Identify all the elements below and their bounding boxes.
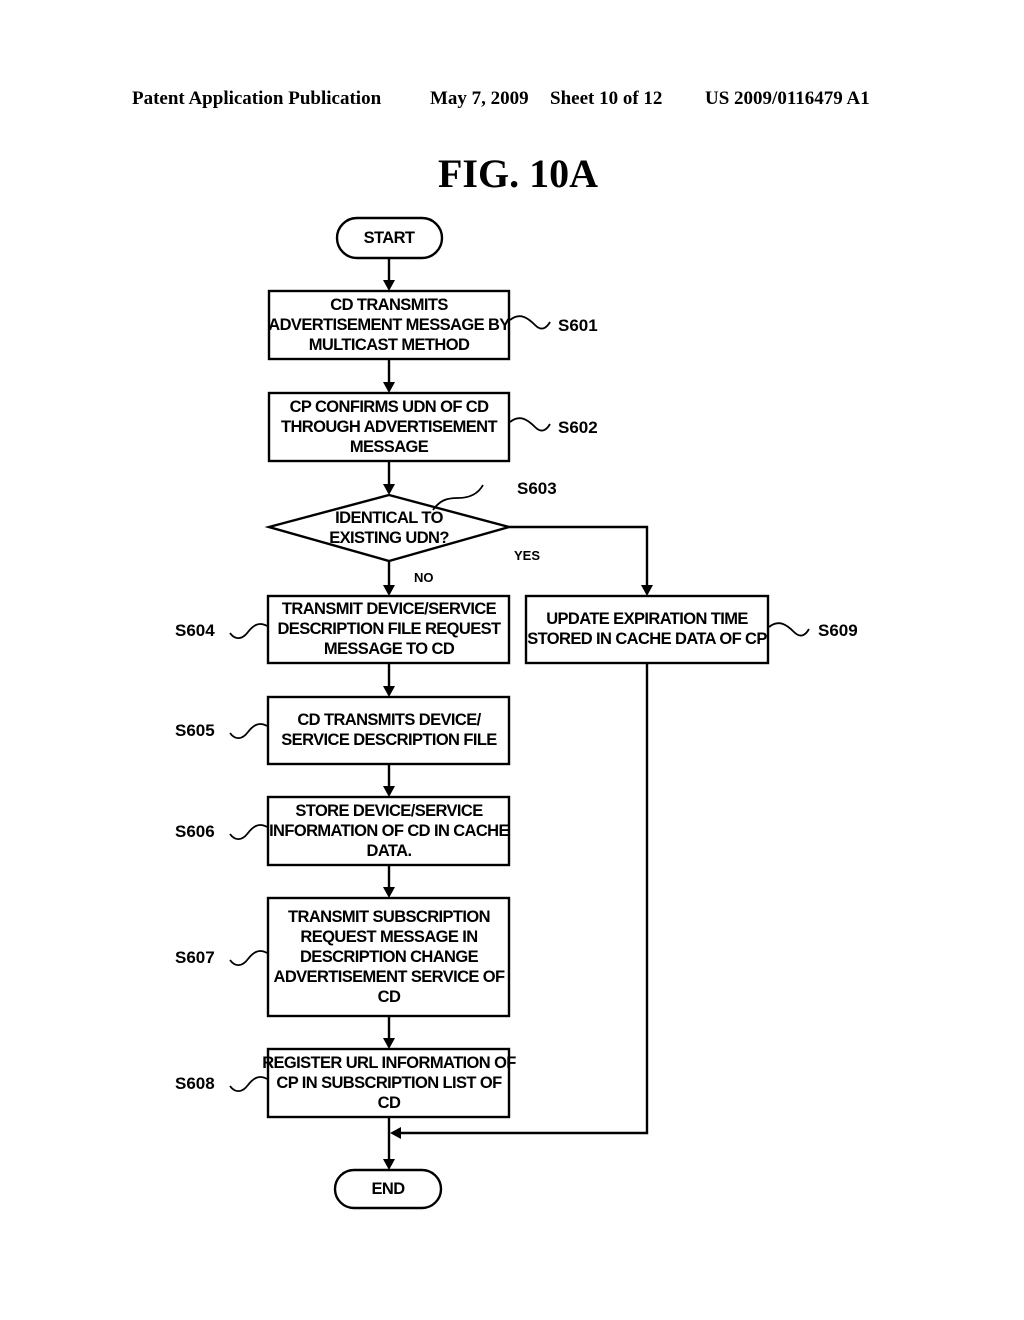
branch-no-label: NO: [414, 570, 434, 585]
end-label: END: [371, 1180, 405, 1198]
arrow-head: [383, 887, 395, 898]
step-text-line: MESSAGE: [350, 438, 429, 456]
decision-text-line: IDENTICAL TO: [335, 509, 443, 527]
start-label: START: [364, 229, 415, 247]
step-ref-label: S603: [517, 479, 557, 498]
step-ref-label: S602: [558, 418, 598, 437]
arrow-head: [641, 585, 653, 596]
step-ref-label: S606: [175, 822, 215, 841]
step-text-line: TRANSMIT SUBSCRIPTION: [288, 908, 490, 926]
step-text-line: TRANSMIT DEVICE/SERVICE: [282, 600, 497, 618]
step-text-line: STORED IN CACHE DATA OF CP: [527, 630, 767, 648]
leader-squiggle: [509, 315, 551, 330]
step-text-line: CD: [378, 988, 401, 1006]
step-s601: CD TRANSMITS ADVERTISEMENT MESSAGE BY MU…: [267, 289, 598, 361]
step-s604: TRANSMIT DEVICE/SERVICE DESCRIPTION FILE…: [175, 594, 511, 665]
start-terminal: START: [335, 216, 444, 260]
arrow-head: [383, 585, 395, 596]
step-text-line: MESSAGE TO CD: [324, 640, 455, 658]
arrow-head: [383, 1038, 395, 1049]
step-ref-label: S604: [175, 621, 215, 640]
step-text-line: ADVERTISEMENT SERVICE OF: [274, 968, 506, 986]
leader-squiggle: [229, 950, 268, 967]
decision-s603: IDENTICAL TO EXISTING UDN? S603 YES NO: [264, 479, 557, 585]
arrow-head: [383, 786, 395, 797]
step-s608: REGISTER URL INFORMATION OF CP IN SUBSCR…: [175, 1047, 517, 1119]
step-text-line: DATA.: [367, 842, 412, 860]
step-text-line: CP IN SUBSCRIPTION LIST OF: [276, 1074, 502, 1092]
step-text-line: CD TRANSMITS: [330, 296, 448, 314]
step-text-line: STORE DEVICE/SERVICE: [295, 802, 483, 820]
arrow-head: [383, 382, 395, 393]
step-text-line: DESCRIPTION CHANGE: [300, 948, 479, 966]
step-s605: CD TRANSMITS DEVICE/ SERVICE DESCRIPTION…: [175, 695, 511, 766]
leader-squiggle: [229, 623, 268, 640]
arrow-head: [383, 280, 395, 291]
step-ref-label: S605: [175, 721, 215, 740]
step-s607: TRANSMIT SUBSCRIPTION REQUEST MESSAGE IN…: [175, 896, 511, 1018]
decision-text-line: EXISTING UDN?: [329, 529, 449, 547]
step-ref-label: S609: [818, 621, 858, 640]
step-text-line: UPDATE EXPIRATION TIME: [546, 610, 748, 628]
arrow-head: [383, 484, 395, 495]
arrow-head: [383, 1159, 395, 1170]
step-s606: STORE DEVICE/SERVICE INFORMATION OF CD I…: [175, 795, 511, 867]
leader-squiggle: [768, 622, 810, 637]
leader-squiggle: [229, 723, 268, 740]
step-ref-label: S601: [558, 316, 598, 335]
arrow-head: [383, 686, 395, 697]
leader-squiggle: [432, 484, 484, 511]
leader-squiggle: [229, 1076, 268, 1093]
step-s602: CP CONFIRMS UDN OF CD THROUGH ADVERTISEM…: [267, 391, 598, 463]
end-terminal: END: [333, 1168, 443, 1210]
leader-squiggle: [229, 824, 268, 841]
decision-diamond: [264, 493, 514, 563]
step-ref-label: S607: [175, 948, 215, 967]
step-text-line: CD TRANSMITS DEVICE/: [297, 711, 481, 729]
step-ref-label: S608: [175, 1074, 215, 1093]
step-text-line: CD: [378, 1094, 401, 1112]
step-text-line: DESCRIPTION FILE REQUEST: [277, 620, 501, 638]
arrow-head: [390, 1127, 401, 1139]
step-text-line: INFORMATION OF CD IN CACHE: [269, 822, 509, 840]
flowchart: START CD TRANSMITS ADVERTISEMENT MESSAGE…: [175, 216, 858, 1210]
step-s609: UPDATE EXPIRATION TIME STORED IN CACHE D…: [524, 594, 858, 665]
step-text-line: REQUEST MESSAGE IN: [300, 928, 477, 946]
step-text-line: THROUGH ADVERTISEMENT: [281, 418, 497, 436]
branch-yes-label: YES: [514, 548, 540, 563]
step-text-line: ADVERTISEMENT MESSAGE BY: [268, 316, 510, 334]
step-text-line: REGISTER URL INFORMATION OF: [262, 1054, 516, 1072]
step-text-line: CP CONFIRMS UDN OF CD: [290, 398, 490, 416]
leader-squiggle: [509, 417, 551, 432]
step-text-line: MULTICAST METHOD: [309, 336, 470, 354]
step-text-line: SERVICE DESCRIPTION FILE: [281, 731, 497, 749]
